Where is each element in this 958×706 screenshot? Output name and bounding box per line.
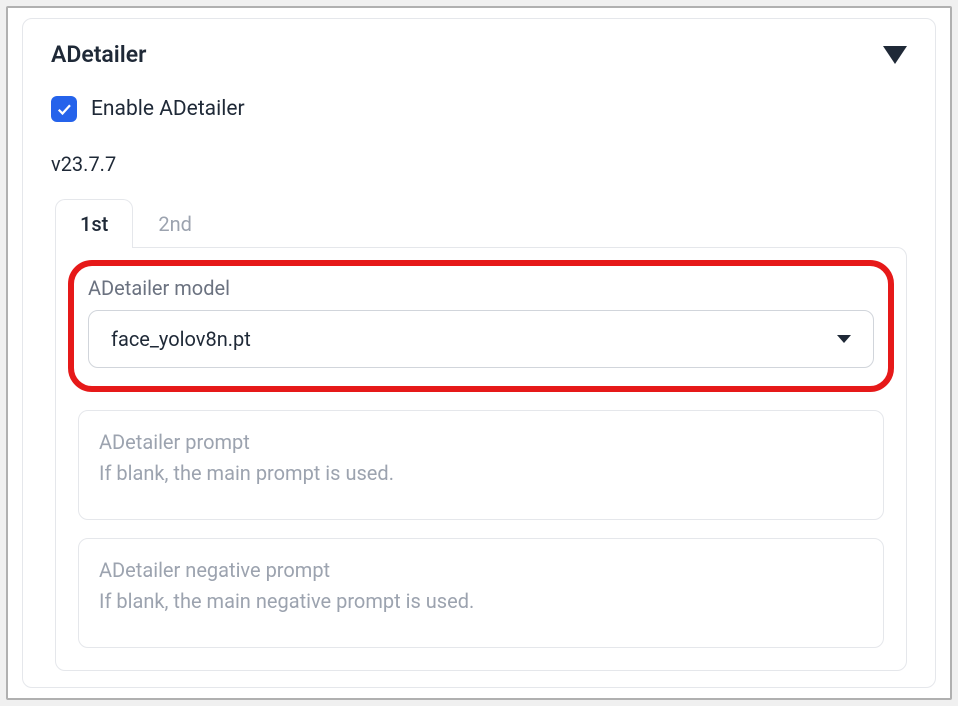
version-text: v23.7.7 [51, 152, 907, 176]
model-label: ADetailer model [88, 276, 874, 300]
collapse-toggle-icon[interactable] [883, 46, 907, 64]
enable-label: Enable ADetailer [91, 97, 245, 121]
chevron-down-icon [837, 335, 851, 343]
checkmark-icon [55, 100, 73, 118]
neg-prompt-placeholder-line2: If blank, the main negative prompt is us… [99, 586, 863, 617]
enable-checkbox[interactable] [51, 96, 77, 122]
prompt-placeholder-line2: If blank, the main prompt is used. [99, 458, 863, 489]
tab-1st[interactable]: 1st [55, 199, 133, 248]
panel-header: ADetailer [51, 41, 907, 68]
neg-prompt-placeholder-line1: ADetailer negative prompt [99, 555, 863, 586]
model-highlight-annotation: ADetailer model face_yolov8n.pt [68, 260, 894, 392]
model-dropdown[interactable]: face_yolov8n.pt [88, 310, 874, 368]
prompt-placeholder-line1: ADetailer prompt [99, 427, 863, 458]
tab-content: ADetailer model face_yolov8n.pt ADetaile… [55, 247, 907, 671]
tabs: 1st 2nd [55, 198, 907, 247]
tab-2nd[interactable]: 2nd [133, 199, 217, 248]
prompt-textarea[interactable]: ADetailer prompt If blank, the main prom… [78, 410, 884, 520]
adetailer-panel: ADetailer Enable ADetailer v23.7.7 1st 2… [22, 18, 936, 688]
negative-prompt-textarea[interactable]: ADetailer negative prompt If blank, the … [78, 538, 884, 648]
enable-row: Enable ADetailer [51, 96, 907, 122]
model-value: face_yolov8n.pt [111, 327, 251, 351]
panel-title: ADetailer [51, 41, 146, 68]
